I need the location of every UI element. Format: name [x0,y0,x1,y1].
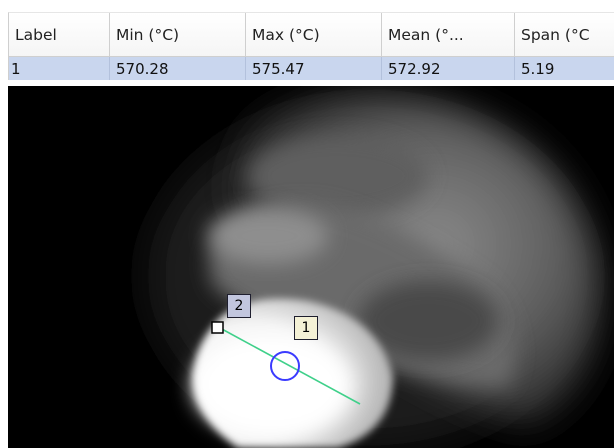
cell-min: 570.28 [110,57,246,80]
table-header-row: Label Min (°C) Max (°C) Mean (°... Span … [9,13,614,57]
column-header-min[interactable]: Min (°C) [110,13,246,56]
cell-mean: 572.92 [382,57,515,80]
line-endpoint-handle[interactable] [211,321,224,334]
column-header-span[interactable]: Span (°C [515,13,614,56]
column-header-max[interactable]: Max (°C) [246,13,382,56]
marker-label-1[interactable]: 1 [294,316,318,340]
marker-label-2[interactable]: 2 [227,294,251,318]
column-header-label[interactable]: Label [9,13,110,56]
measurement-table: Label Min (°C) Max (°C) Mean (°... Span … [8,12,614,80]
cell-label: 1 [9,57,110,80]
cell-span: 5.19 [521,59,555,78]
app-window: Label Min (°C) Max (°C) Mean (°... Span … [0,0,614,448]
thermal-image-canvas[interactable] [8,86,614,448]
cell-max: 575.47 [246,57,382,80]
thermal-image-view[interactable]: 2 1 [8,86,614,448]
table-row[interactable]: 1 570.28 575.47 572.92 5.19 [9,57,614,80]
column-header-mean[interactable]: Mean (°... [382,13,515,56]
